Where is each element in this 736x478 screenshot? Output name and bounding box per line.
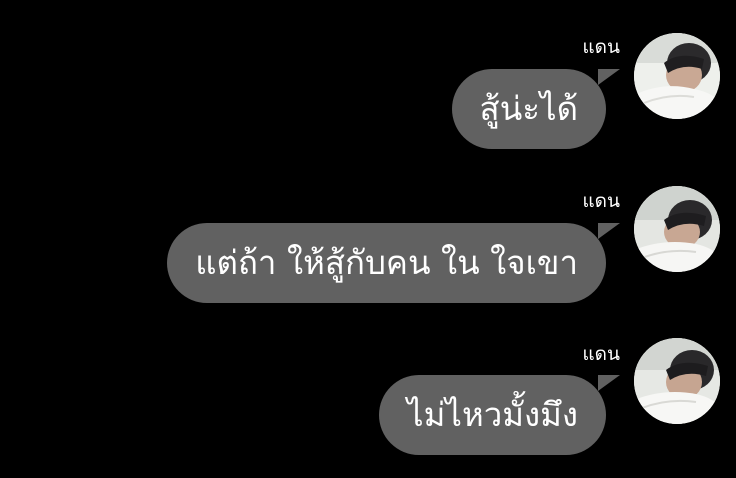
user-avatar-photo-icon: [634, 33, 720, 119]
message-bubble[interactable]: สู้น่ะได้: [451, 69, 606, 149]
avatar[interactable]: [634, 186, 720, 272]
user-avatar-photo-icon: [634, 186, 720, 272]
user-avatar-photo-icon: [634, 338, 720, 424]
avatar[interactable]: [634, 33, 720, 119]
sender-name: แดน: [582, 190, 620, 212]
message-bubble[interactable]: ไม่ไหวมั้งมึง: [379, 375, 606, 455]
chat-thread: แดน สู้น่ะได้ แดน แต่ถ้า ให้สู้กับคน ใน …: [0, 0, 736, 478]
bubble-tail: [598, 69, 620, 85]
sender-name: แดน: [582, 36, 620, 58]
avatar[interactable]: [634, 338, 720, 424]
bubble-tail: [598, 375, 620, 391]
bubble-tail: [598, 223, 620, 239]
message-bubble[interactable]: แต่ถ้า ให้สู้กับคน ใน ใจเขา: [167, 223, 606, 303]
sender-name: แดน: [582, 343, 620, 365]
